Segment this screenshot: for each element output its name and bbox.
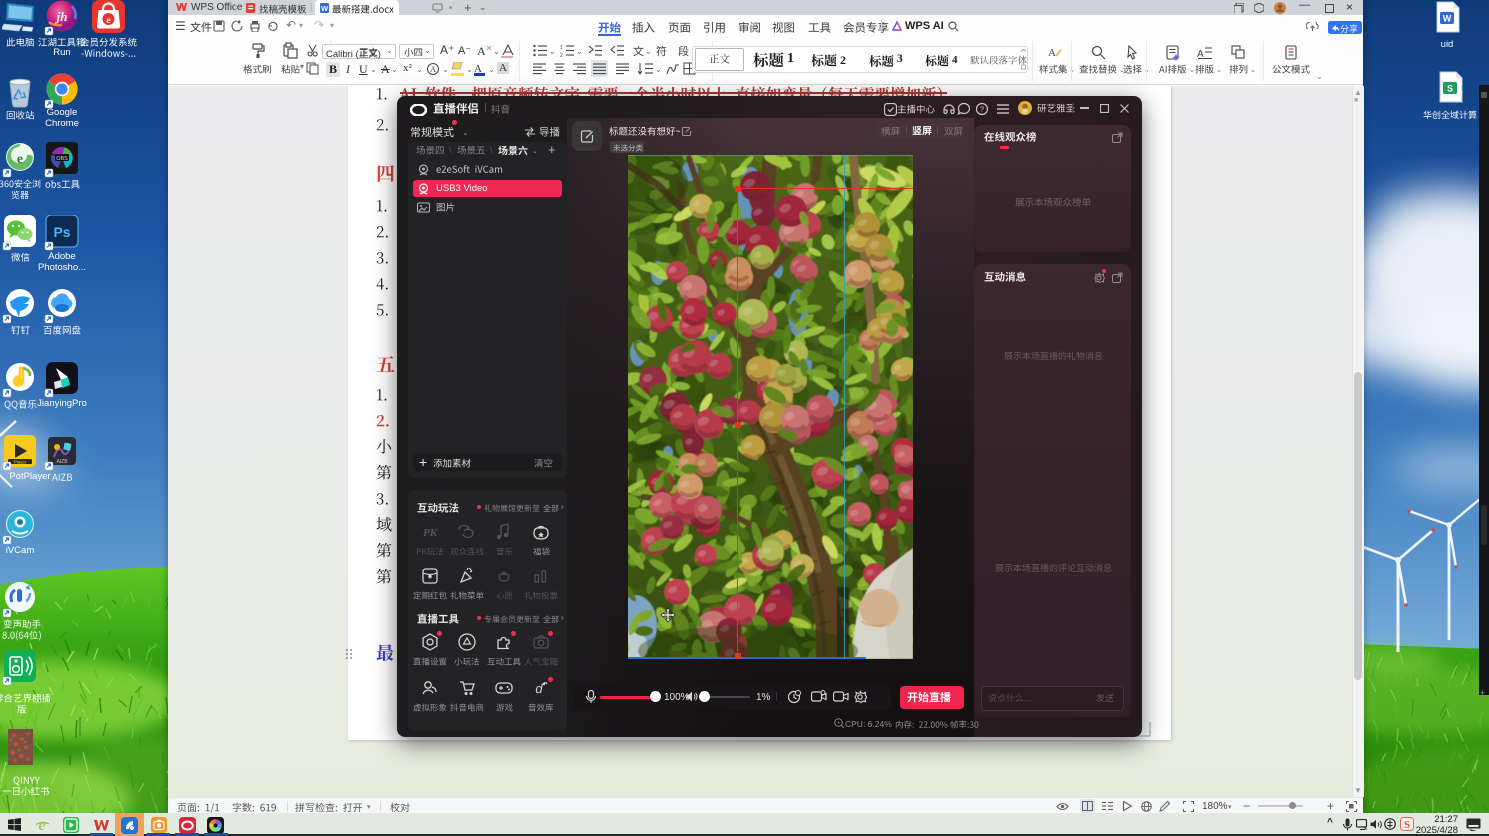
svg-text:AIZB: AIZB: [56, 459, 68, 465]
svg-text:+: +: [837, 721, 840, 727]
svg-text:e: e: [106, 16, 110, 26]
svg-text:A: A: [430, 65, 436, 74]
svg-text:?: ?: [980, 105, 984, 114]
svg-text:e: e: [38, 817, 45, 833]
svg-text:A: A: [1048, 47, 1056, 59]
svg-text:W: W: [1443, 14, 1452, 24]
svg-text:A: A: [477, 44, 486, 58]
svg-text:OBS: OBS: [56, 156, 68, 162]
svg-text:PK: PK: [423, 527, 438, 539]
svg-text:Player: Player: [14, 460, 27, 465]
svg-text:e: e: [17, 152, 23, 167]
svg-text:W: W: [321, 4, 329, 13]
svg-text:S: S: [1447, 84, 1453, 94]
svg-text:Ps: Ps: [53, 224, 70, 240]
svg-text:S: S: [1404, 819, 1410, 831]
svg-text:d: d: [535, 681, 543, 696]
svg-text:jh: jh: [55, 9, 68, 24]
svg-text:2: 2: [560, 53, 563, 57]
svg-text:1: 1: [560, 45, 563, 51]
